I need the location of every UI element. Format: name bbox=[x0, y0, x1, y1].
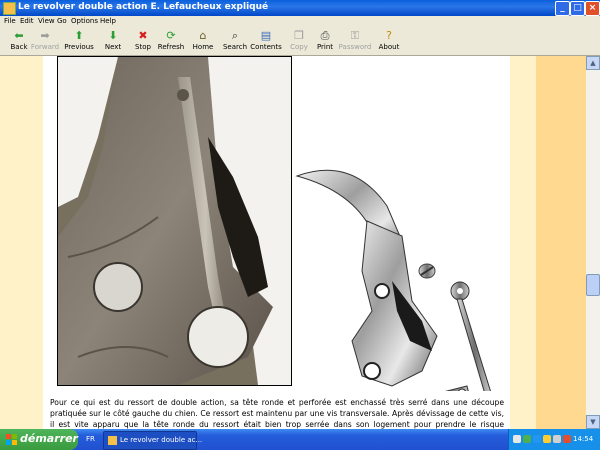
toolbar-label: Refresh bbox=[157, 43, 185, 51]
parts-illustration bbox=[292, 161, 502, 429]
taskbar-window-label: Le revolver double ac... bbox=[120, 436, 203, 444]
down-arrow-icon: ⬇ bbox=[108, 29, 118, 42]
back-arrow-icon: ⬅ bbox=[14, 29, 24, 42]
title-bar: Le revolver double action E. Lefaucheux … bbox=[0, 0, 600, 16]
toolbar-search-button[interactable]: ⌕ Search bbox=[218, 29, 252, 52]
menu-go[interactable]: Go bbox=[57, 17, 67, 25]
scroll-down-button[interactable]: ▼ bbox=[586, 415, 600, 429]
vertical-scrollbar[interactable]: ▲ ▼ bbox=[586, 56, 600, 429]
stop-icon: ✖ bbox=[138, 29, 148, 42]
page-margin-right bbox=[510, 56, 536, 429]
page-margin-left bbox=[0, 56, 43, 429]
hammer-photo bbox=[57, 56, 292, 386]
tray-network-icon[interactable] bbox=[513, 435, 521, 443]
app-icon bbox=[3, 2, 16, 15]
contents-icon: ▤ bbox=[260, 29, 272, 42]
refresh-icon: ⟳ bbox=[166, 29, 176, 42]
window-title: Le revolver double action E. Lefaucheux … bbox=[18, 2, 269, 12]
toolbar-contents-button[interactable]: ▤ Contents bbox=[249, 29, 283, 52]
scroll-up-button[interactable]: ▲ bbox=[586, 56, 600, 70]
document-view[interactable]: Pour ce qui est du ressort de double act… bbox=[0, 56, 586, 429]
minimize-button[interactable]: _ bbox=[555, 1, 570, 16]
body-paragraph: Pour ce qui est du ressort de double act… bbox=[50, 398, 504, 429]
key-icon: ⚿ bbox=[350, 29, 360, 42]
menu-bar: File Edit View Go Options Help bbox=[0, 16, 600, 28]
menu-edit[interactable]: Edit bbox=[20, 17, 34, 25]
print-icon: ⎙ bbox=[320, 29, 330, 42]
toolbar-label: Next bbox=[104, 43, 122, 51]
toolbar-label: Password bbox=[338, 43, 372, 51]
scrollbar-thumb[interactable] bbox=[586, 274, 600, 296]
toolbar-label: About bbox=[378, 43, 400, 51]
forward-arrow-icon: ➡ bbox=[40, 29, 50, 42]
toolbar-label: Home bbox=[192, 43, 214, 51]
taskbar-window-button[interactable]: Le revolver double ac... bbox=[103, 431, 202, 450]
copy-icon: ❐ bbox=[294, 29, 304, 42]
toolbar-home-button[interactable]: ⌂ Home bbox=[186, 29, 220, 52]
page-margin-right-outer bbox=[536, 56, 586, 429]
taskbar: démarrer FR Le revolver double ac... 14:… bbox=[0, 429, 600, 450]
toolbar-label: Print bbox=[316, 43, 334, 51]
maximize-button[interactable]: □ bbox=[570, 1, 585, 16]
toolbar-password-button[interactable]: ⚿ Password bbox=[338, 29, 372, 52]
close-button[interactable]: × bbox=[585, 1, 600, 16]
toolbar-label: Search bbox=[222, 43, 248, 51]
tray-security-icon[interactable] bbox=[563, 435, 571, 443]
toolbar-previous-button[interactable]: ⬆ Previous bbox=[62, 29, 96, 52]
start-label: démarrer bbox=[20, 432, 78, 445]
tray-app-icon[interactable] bbox=[533, 435, 541, 443]
toolbar-forward-button[interactable]: ➡ Forward bbox=[28, 29, 62, 52]
start-button[interactable]: démarrer bbox=[0, 429, 78, 450]
toolbar-about-button[interactable]: ? About bbox=[372, 29, 406, 52]
home-icon: ⌂ bbox=[199, 29, 207, 42]
toolbar: ⬅ Back ➡ Forward ⬆ Previous ⬇ Next ✖ Stop ⟳ Refresh… bbox=[0, 28, 600, 56]
tray-app-icon[interactable] bbox=[523, 435, 531, 443]
menu-help[interactable]: Help bbox=[100, 17, 116, 25]
language-indicator[interactable]: FR bbox=[86, 435, 95, 443]
up-arrow-icon: ⬆ bbox=[74, 29, 84, 42]
toolbar-label: Forward bbox=[30, 43, 60, 51]
about-icon: ? bbox=[386, 29, 392, 42]
toolbar-next-button[interactable]: ⬇ Next bbox=[96, 29, 130, 52]
tray-app-icon[interactable] bbox=[543, 435, 551, 443]
menu-view[interactable]: View bbox=[38, 17, 55, 25]
tray-volume-icon[interactable] bbox=[553, 435, 561, 443]
toolbar-label: Previous bbox=[64, 43, 94, 51]
menu-file[interactable]: File bbox=[4, 17, 16, 25]
search-icon: ⌕ bbox=[231, 29, 239, 42]
clock: 14:54 bbox=[573, 435, 594, 443]
toolbar-refresh-button[interactable]: ⟳ Refresh bbox=[154, 29, 188, 52]
toolbar-print-button[interactable]: ⎙ Print bbox=[308, 29, 342, 52]
menu-options[interactable]: Options bbox=[71, 17, 98, 25]
toolbar-label: Contents bbox=[250, 43, 282, 51]
windows-flag-icon bbox=[6, 434, 17, 445]
help-viewer-icon bbox=[108, 436, 117, 445]
